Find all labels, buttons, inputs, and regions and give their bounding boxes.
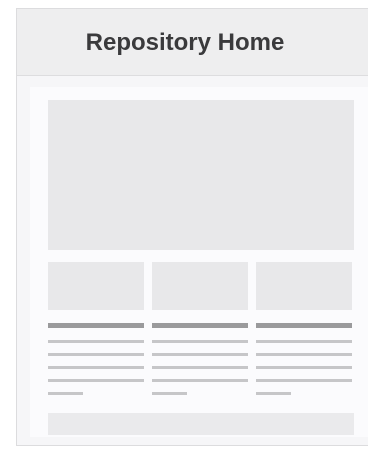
footer-placeholder (48, 413, 354, 435)
card-2-text-line (152, 366, 248, 369)
wireframe-window: Repository Home (16, 8, 368, 446)
card-1-image-placeholder (48, 262, 144, 310)
card-2-text-line (152, 353, 248, 356)
card-3-text-line (256, 366, 352, 369)
card-2-image-placeholder (152, 262, 248, 310)
page-header: Repository Home (17, 9, 368, 76)
page-title: Repository Home (85, 29, 285, 56)
content-area (30, 87, 368, 437)
hero-image-placeholder (48, 100, 354, 250)
card-1-text-line (48, 379, 144, 382)
card-1-text-line (48, 353, 144, 356)
card-2-heading-placeholder (152, 323, 248, 328)
card-2-text-line (152, 340, 248, 343)
card-3-text-line (256, 379, 352, 382)
card-3-heading-placeholder (256, 323, 352, 328)
card-2-text-line (152, 379, 248, 382)
card-1-text-line (48, 366, 144, 369)
card-1-heading-placeholder (48, 323, 144, 328)
card-1-text-line (48, 340, 144, 343)
card-3-text-line-short (256, 392, 291, 395)
card-1-text-line-short (48, 392, 83, 395)
card-2-text-line-short (152, 392, 187, 395)
card-3-image-placeholder (256, 262, 352, 310)
card-3-text-line (256, 340, 352, 343)
card-3-text-line (256, 353, 352, 356)
